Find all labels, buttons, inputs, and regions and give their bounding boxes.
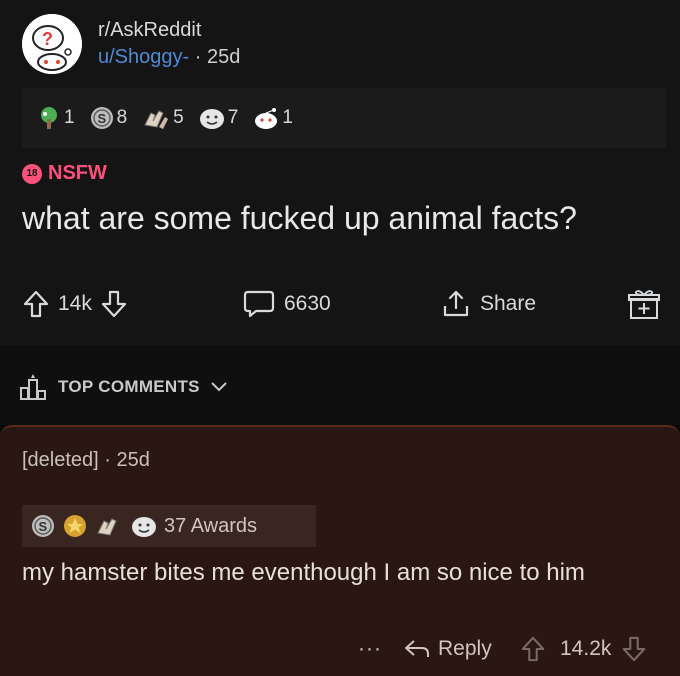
award-silver: S 8 [89,105,127,131]
post-awards-bar[interactable]: 1 S 8 5 7 1 [22,88,666,148]
upvote-count: 14k [58,292,92,315]
post-card: ? r/AskReddit u/Shoggy- · 25d 1 S 8 5 7 … [0,0,680,345]
svg-text:?: ? [42,29,53,49]
share-button[interactable]: Share [440,282,544,326]
wholesome-award-icon [199,109,224,129]
meta-separator: · [104,449,111,471]
give-award-button[interactable] [626,282,662,326]
award-hands: 5 [141,105,184,131]
svg-text:S: S [39,519,48,534]
reply-button[interactable]: Reply [402,629,492,669]
upvote-icon[interactable] [22,289,50,319]
share-icon [443,290,469,317]
sort-label: TOP COMMENTS [58,377,200,396]
reply-label: Reply [438,637,492,660]
chevron-down-icon [211,382,227,392]
nsfw-tag: 18 NSFW [22,162,107,185]
comment-count: 6630 [284,292,331,315]
gift-icon [628,290,660,319]
comment-vote-group: 14.2k [520,629,647,669]
reply-arrow-icon [405,640,429,657]
upvote-icon[interactable] [520,635,546,663]
comment-awards-count: 37 Awards [164,514,258,537]
more-options-button[interactable]: ··· [358,629,382,669]
award-wholesome: 7 [198,105,238,131]
askreddit-logo-icon: ? [22,14,82,74]
wholesome-award-icon [132,517,156,537]
comment-score: 14.2k [560,637,612,660]
comment-author[interactable]: [deleted] [22,449,99,471]
comment-card: [deleted] · 25d S 37 Awards my hamster b… [0,425,680,676]
downvote-icon[interactable] [100,289,128,319]
snoo-award-icon [255,108,278,129]
sort-dropdown[interactable]: TOP COMMENTS [16,372,230,402]
hands-award-icon [97,518,117,536]
comments-button[interactable]: 6630 [242,282,339,326]
award-snoo: 1 [252,105,293,131]
comment-meta: [deleted] · 25d [22,449,150,472]
nsfw-18-icon: 18 [22,163,42,184]
comment-awards-bar[interactable]: S 37 Awards [22,505,316,547]
vote-group: 14k [22,282,128,326]
gold-award-icon [64,515,86,537]
subreddit-name[interactable]: r/AskReddit [98,17,240,43]
comment-body: my hamster bites me eventhough I am so n… [22,559,585,586]
post-title[interactable]: what are some fucked up animal facts? [22,200,577,237]
post-header: ? r/AskReddit u/Shoggy- · 25d [22,14,240,74]
hands-award-icon [144,110,169,129]
nsfw-label: NSFW [48,162,107,184]
tree-award-icon [41,107,57,129]
silver-coin-icon: S [32,515,54,537]
post-author[interactable]: u/Shoggy- [98,46,189,68]
comment-age: 25d [116,449,150,471]
svg-text:S: S [97,111,106,126]
comment-actions: ··· Reply 14.2k [0,629,680,669]
meta-separator: · [194,46,202,68]
share-label: Share [480,292,537,315]
post-actions: 14k 6630 Share [0,282,680,326]
subreddit-avatar[interactable]: ? [22,14,82,74]
silver-coin-icon: S [90,107,113,129]
award-tree: 1 [36,105,75,131]
comment-bubble-icon [243,290,275,318]
rocket-podium-icon [20,374,46,400]
post-age: 25d [206,46,241,68]
downvote-icon[interactable] [621,635,647,663]
